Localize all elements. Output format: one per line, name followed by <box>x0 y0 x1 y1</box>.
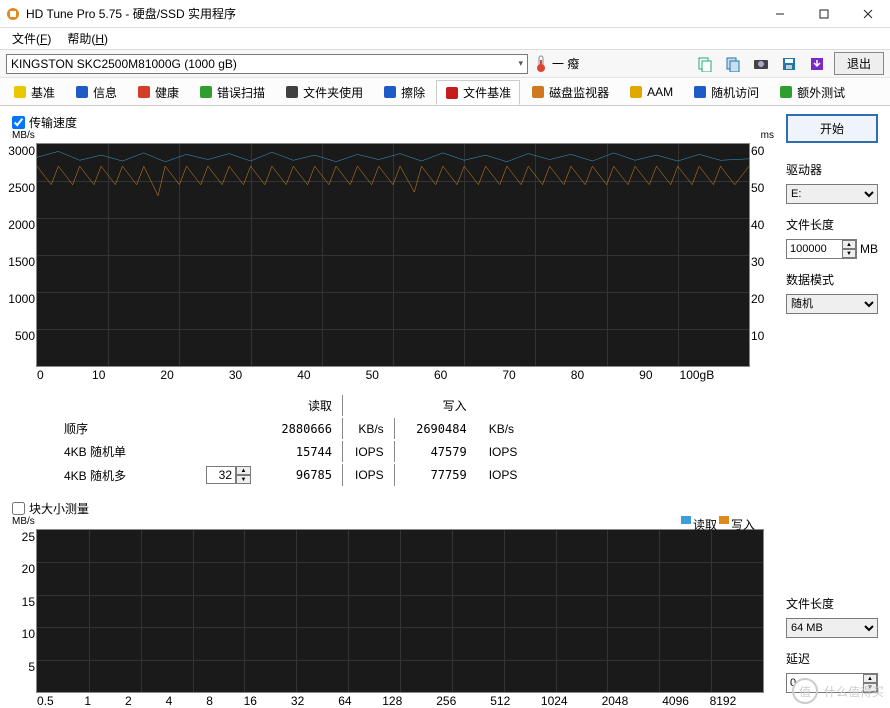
queue-depth-stepper[interactable]: ▲▼ <box>206 466 251 484</box>
blocksize-chart: 读取写入 252015105 0.51248163264128256512102… <box>36 529 764 693</box>
col-read: 读取 <box>263 395 343 416</box>
menu-help[interactable]: 帮助(H) <box>61 28 114 49</box>
save-button[interactable] <box>778 53 800 75</box>
tab-icon <box>383 85 397 99</box>
main-toolbar: KINGSTON SKC2500M81000G (1000 gB) ▾ 一 癈 … <box>0 50 890 78</box>
datamode-label: 数据模式 <box>786 271 878 288</box>
chart1-y-right-unit: ms <box>761 130 774 141</box>
maximize-button[interactable] <box>802 0 846 28</box>
filelen2-select[interactable]: 64 MB <box>786 618 878 638</box>
tab-擦除[interactable]: 擦除 <box>374 80 434 104</box>
tab-文件夹使用[interactable]: 文件夹使用 <box>276 80 372 104</box>
drive-selector[interactable]: KINGSTON SKC2500M81000G (1000 gB) ▾ <box>6 54 528 74</box>
blocksize-checkbox-row: 块大小测量 <box>12 500 774 517</box>
tab-磁盘监视器[interactable]: 磁盘监视器 <box>522 80 618 104</box>
window-title: HD Tune Pro 5.75 - 硬盘/SSD 实用程序 <box>26 5 236 22</box>
tab-icon <box>75 85 89 99</box>
tab-icon <box>693 85 707 99</box>
start-button[interactable]: 开始 <box>786 114 878 143</box>
close-button[interactable] <box>846 0 890 28</box>
filelen2-label: 文件长度 <box>786 595 878 612</box>
tab-错误扫描[interactable]: 错误扫描 <box>190 80 274 104</box>
blocksize-checkbox[interactable] <box>12 502 25 515</box>
write-value: 77759 <box>397 464 477 486</box>
tab-icon <box>13 85 27 99</box>
tab-bar: 基准信息健康错误扫描文件夹使用擦除文件基准磁盘监视器AAM随机访问额外测试 <box>0 78 890 106</box>
app-icon <box>6 7 20 21</box>
transfer-speed-checkbox-row: 传输速度 <box>12 114 774 131</box>
tab-icon <box>531 85 545 99</box>
filelen-stepper[interactable]: ▲▼ <box>786 239 857 259</box>
transfer-speed-label: 传输速度 <box>29 114 77 131</box>
window-titlebar: HD Tune Pro 5.75 - 硬盘/SSD 实用程序 <box>0 0 890 28</box>
filelen-label: 文件长度 <box>786 216 878 233</box>
tab-icon <box>199 85 213 99</box>
tab-icon <box>445 86 459 100</box>
write-value: 47579 <box>397 441 477 462</box>
row-label: 4KB 随机单 <box>54 441 194 462</box>
delay-label: 延迟 <box>786 650 878 667</box>
copy-info-button[interactable] <box>694 53 716 75</box>
chart2-y-left-unit: MB/s <box>12 516 35 527</box>
row-label: 顺序 <box>54 418 194 439</box>
load-button[interactable] <box>806 53 828 75</box>
filelen-up[interactable]: ▲ <box>842 240 856 249</box>
tab-AAM[interactable]: AAM <box>620 81 682 102</box>
thermometer-icon <box>534 55 548 73</box>
read-value: 2880666 <box>263 418 343 439</box>
qd-down[interactable]: ▼ <box>236 475 251 484</box>
queue-depth-input[interactable] <box>206 466 236 484</box>
filelen-down[interactable]: ▼ <box>842 249 856 258</box>
temperature-display: 一 癈 <box>534 55 579 73</box>
results-table: 读取 写入 顺序2880666KB/s2690484KB/s4KB 随机单157… <box>52 393 529 488</box>
tab-icon <box>629 85 643 99</box>
tab-文件基准[interactable]: 文件基准 <box>436 80 520 105</box>
tab-icon <box>285 85 299 99</box>
copy-screenshot-button[interactable] <box>722 53 744 75</box>
read-value: 96785 <box>263 464 343 486</box>
read-value: 15744 <box>263 441 343 462</box>
datamode-select[interactable]: 随机 <box>786 294 878 314</box>
tab-健康[interactable]: 健康 <box>128 80 188 104</box>
blocksize-label: 块大小测量 <box>29 500 89 517</box>
side-panel: 开始 驱动器 E: 文件长度 ▲▼ MB 数据模式 随机 文件长度 64 MB … <box>786 114 878 693</box>
tab-基准[interactable]: 基准 <box>4 80 64 104</box>
drive-selector-text: KINGSTON SKC2500M81000G (1000 gB) <box>11 57 237 71</box>
row-label: 4KB 随机多 <box>54 464 194 486</box>
exit-button[interactable]: 退出 <box>834 52 884 75</box>
qd-up[interactable]: ▲ <box>236 466 251 475</box>
drive-select[interactable]: E: <box>786 184 878 204</box>
transfer-speed-checkbox[interactable] <box>12 116 25 129</box>
col-write: 写入 <box>397 395 477 416</box>
tab-信息[interactable]: 信息 <box>66 80 126 104</box>
drive-label: 驱动器 <box>786 161 878 178</box>
tab-额外测试[interactable]: 额外测试 <box>770 80 854 104</box>
tab-icon <box>137 85 151 99</box>
write-value: 2690484 <box>397 418 477 439</box>
menu-file[interactable]: 文件(F) <box>6 28 57 49</box>
chart1-y-left-unit: MB/s <box>12 130 35 141</box>
tab-随机访问[interactable]: 随机访问 <box>684 80 768 104</box>
chevron-down-icon: ▾ <box>518 58 523 69</box>
watermark: 值 什么值得买 <box>792 678 884 704</box>
filelen-input[interactable] <box>787 240 842 258</box>
screenshot-button[interactable] <box>750 53 772 75</box>
filelen-unit: MB <box>860 242 878 256</box>
tab-icon <box>779 85 793 99</box>
minimize-button[interactable] <box>758 0 802 28</box>
transfer-speed-chart: 30002500200015001000500 605040302010 010… <box>36 143 750 367</box>
menu-bar: 文件(F) 帮助(H) <box>0 28 890 50</box>
